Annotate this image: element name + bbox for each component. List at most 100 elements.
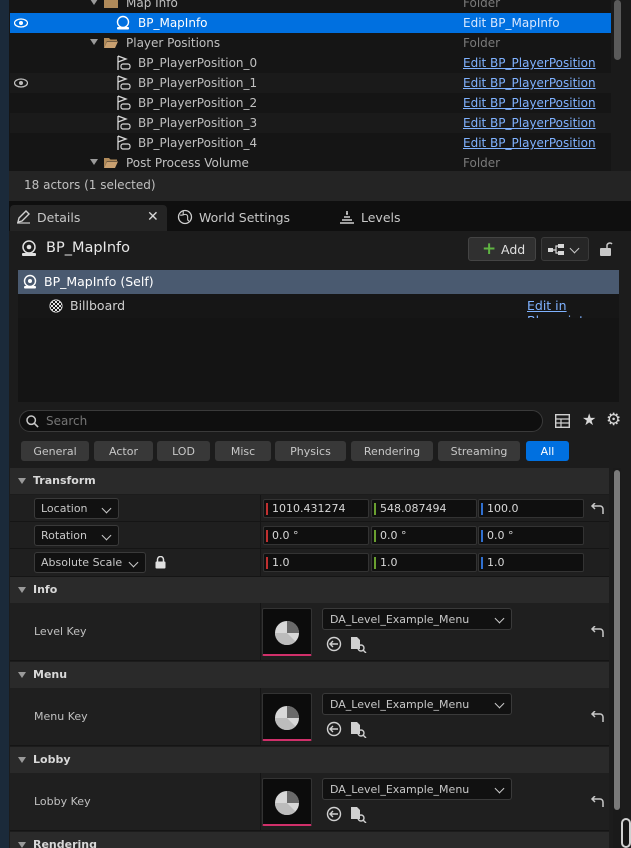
- settings-gear-icon[interactable]: ⚙: [606, 410, 621, 430]
- unlock-icon[interactable]: [599, 241, 613, 257]
- reset-to-default-icon[interactable]: [590, 503, 604, 515]
- component-row-self[interactable]: BP_MapInfo (Self): [18, 270, 619, 294]
- location-mode-dropdown[interactable]: Location: [34, 498, 119, 519]
- location-z-field[interactable]: 100.0: [478, 499, 584, 518]
- outliner-row-folder[interactable]: Map Info Folder: [10, 0, 611, 13]
- category-info[interactable]: Info: [10, 577, 609, 603]
- chevron-down-icon: [128, 557, 139, 568]
- edit-blueprint-link[interactable]: Edit BP_PlayerPosition: [463, 76, 596, 90]
- outliner-scrollbar-thumb[interactable]: [614, 0, 621, 60]
- asset-thumbnail[interactable]: [262, 778, 312, 826]
- rotation-y-field[interactable]: 0.0 °: [371, 526, 477, 545]
- category-title: Menu: [33, 668, 68, 681]
- edit-blueprint-link[interactable]: Edit BP_PlayerPosition: [463, 96, 596, 110]
- filter-general[interactable]: General: [21, 441, 89, 461]
- actor-name-title: BP_MapInfo: [46, 240, 130, 256]
- component-row-billboard[interactable]: Billboard Edit in Blueprint: [18, 294, 619, 328]
- rotation-z-field[interactable]: 0.0 °: [478, 526, 584, 545]
- details-search-box[interactable]: [19, 410, 543, 432]
- panel-scrollbar-thumb[interactable]: [621, 818, 631, 848]
- category-lobby[interactable]: Lobby: [10, 747, 609, 773]
- filter-misc[interactable]: Misc: [215, 441, 271, 461]
- scale-x-field[interactable]: 1.0: [263, 553, 369, 572]
- scale-z-field[interactable]: 1.0: [478, 553, 584, 572]
- collapse-arrow-icon[interactable]: [90, 159, 98, 165]
- lock-icon[interactable]: [155, 556, 166, 569]
- outliner-row-player-position[interactable]: BP_PlayerPosition_2 Edit BP_PlayerPositi…: [10, 93, 611, 113]
- filter-all[interactable]: All: [526, 441, 569, 461]
- property-row-level-key: Level Key DA_Level_Example_Menu: [10, 603, 609, 661]
- actor-blueprint-icon: [23, 274, 37, 289]
- category-rendering[interactable]: Rendering: [10, 832, 609, 848]
- edit-blueprint-link[interactable]: Edit BP_PlayerPosition: [463, 116, 596, 130]
- tab-details-label[interactable]: Details: [37, 205, 80, 230]
- player-start-icon: [117, 115, 131, 130]
- outliner-row-folder[interactable]: Player Positions Folder: [10, 33, 611, 53]
- search-input[interactable]: [46, 413, 526, 429]
- billboard-icon: [49, 299, 63, 313]
- outliner-row-player-position[interactable]: BP_PlayerPosition_1 Edit BP_PlayerPositi…: [10, 73, 611, 93]
- property-label: Level Key: [34, 625, 87, 638]
- close-tab-icon[interactable]: ✕: [147, 209, 159, 225]
- outliner-item-name: Map Info: [126, 0, 178, 10]
- outliner-item-type: Folder: [463, 156, 501, 170]
- asset-picker-dropdown[interactable]: DA_Level_Example_Menu: [322, 608, 512, 630]
- outliner-row-player-position[interactable]: BP_PlayerPosition_4 Edit BP_PlayerPositi…: [10, 133, 611, 153]
- rotation-mode-dropdown[interactable]: Rotation: [34, 525, 119, 546]
- table-view-icon[interactable]: [555, 414, 570, 428]
- outliner-item-name: BP_PlayerPosition_2: [138, 96, 258, 110]
- asset-picker-dropdown[interactable]: DA_Level_Example_Menu: [322, 778, 512, 800]
- outliner-item-name: Post Process Volume: [126, 156, 249, 170]
- filter-streaming[interactable]: Streaming: [438, 441, 520, 461]
- category-menu[interactable]: Menu: [10, 662, 609, 688]
- visibility-eye-icon[interactable]: [14, 18, 28, 28]
- tab-details[interactable]: [10, 205, 167, 231]
- dropdown-label: Location: [41, 502, 88, 515]
- outliner-row-folder[interactable]: Post Process Volume Folder: [10, 153, 611, 171]
- property-row-location: Location 1010.431274 548.087494 100.0: [10, 495, 609, 522]
- reset-to-default-icon[interactable]: [590, 796, 604, 808]
- rotation-x-field[interactable]: 0.0 °: [263, 526, 369, 545]
- chevron-down-icon: [494, 783, 505, 794]
- edit-blueprint-link[interactable]: Edit BP_MapInfo: [463, 16, 560, 30]
- component-self-label: BP_MapInfo (Self): [44, 274, 154, 289]
- outliner-row-player-position[interactable]: BP_PlayerPosition_3 Edit BP_PlayerPositi…: [10, 113, 611, 133]
- filter-rendering[interactable]: Rendering: [351, 441, 433, 461]
- pencil-icon: [17, 210, 30, 224]
- hierarchy-icon: [548, 244, 564, 255]
- chevron-down-icon: [494, 698, 505, 709]
- scale-mode-dropdown[interactable]: Absolute Scale: [34, 552, 146, 573]
- property-label: Lobby Key: [34, 795, 91, 808]
- reset-to-default-icon[interactable]: [590, 711, 604, 723]
- asset-thumbnail[interactable]: [262, 608, 312, 656]
- location-y-field[interactable]: 548.087494: [371, 499, 477, 518]
- asset-action-icons: [326, 636, 367, 653]
- asset-thumbnail[interactable]: [262, 693, 312, 741]
- tab-world-settings[interactable]: World Settings: [199, 205, 290, 230]
- favorites-star-icon[interactable]: ★: [582, 410, 596, 429]
- outliner-item-name: Player Positions: [126, 36, 221, 50]
- asset-value: DA_Level_Example_Menu: [330, 612, 470, 626]
- reset-to-default-icon[interactable]: [590, 626, 604, 638]
- property-row-scale: Absolute Scale 1.0 1.0 1.0: [10, 549, 609, 577]
- filter-actor[interactable]: Actor: [94, 441, 153, 461]
- category-transform[interactable]: Transform: [10, 468, 609, 494]
- add-component-button[interactable]: + Add: [468, 237, 536, 261]
- location-x-field[interactable]: 1010.431274: [263, 499, 369, 518]
- filter-lod[interactable]: LOD: [157, 441, 210, 461]
- edit-blueprint-link[interactable]: Edit BP_PlayerPosition: [463, 56, 596, 70]
- collapse-arrow-icon[interactable]: [90, 0, 98, 5]
- scale-y-field[interactable]: 1.0: [371, 553, 477, 572]
- property-row-menu-key: Menu Key DA_Level_Example_Menu: [10, 688, 609, 746]
- asset-picker-dropdown[interactable]: DA_Level_Example_Menu: [322, 693, 512, 715]
- blueprint-options-dropdown[interactable]: [541, 237, 589, 261]
- collapse-arrow-icon[interactable]: [90, 39, 98, 45]
- visibility-eye-icon[interactable]: [14, 78, 28, 88]
- outliner-row-player-position[interactable]: BP_PlayerPosition_0 Edit BP_PlayerPositi…: [10, 53, 611, 73]
- tab-levels[interactable]: Levels: [361, 205, 401, 230]
- filter-physics[interactable]: Physics: [275, 441, 346, 461]
- details-scrollbar-thumb[interactable]: [614, 470, 620, 810]
- edit-blueprint-link[interactable]: Edit BP_PlayerPosition: [463, 136, 596, 150]
- globe-icon: [177, 209, 193, 225]
- outliner-row-bp-mapinfo[interactable]: BP_MapInfo Edit BP_MapInfo: [10, 13, 611, 33]
